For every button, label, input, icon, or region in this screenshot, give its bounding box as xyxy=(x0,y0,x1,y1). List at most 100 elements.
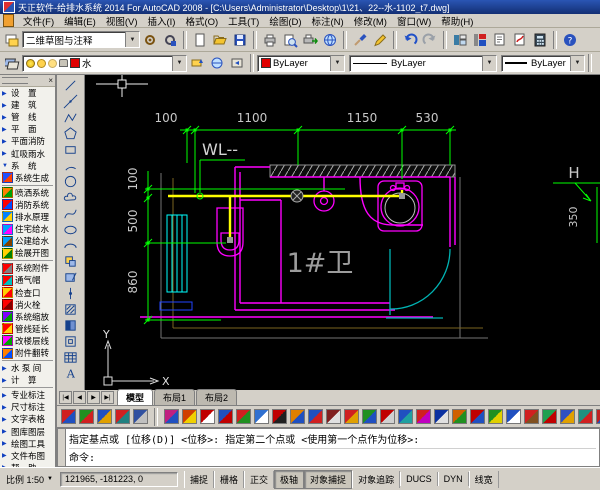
sidebar-item-文件布图[interactable]: ▶文件布图 xyxy=(0,450,55,462)
sidebar-item-计 算[interactable]: ▶计 算 xyxy=(0,374,55,386)
rectangle-icon[interactable] xyxy=(61,141,80,157)
line-icon[interactable] xyxy=(61,77,80,93)
create-block-icon[interactable] xyxy=(61,269,80,285)
block-editor-pencil-icon[interactable] xyxy=(370,30,390,50)
drawing-file-icon[interactable] xyxy=(3,14,14,27)
tab-布局2[interactable]: 布局2 xyxy=(196,389,237,405)
scale-dropdown[interactable]: 比例 1:50 ▼ xyxy=(3,471,56,488)
insert-block-icon[interactable] xyxy=(61,253,80,269)
sidebar-item-平面消防[interactable]: ▶平面消防 xyxy=(0,135,55,147)
tz-tool-icon-15[interactable] xyxy=(326,409,341,424)
sidebar-item-系统附件[interactable]: 系统附件 xyxy=(0,262,55,274)
layer-combo[interactable]: 水 ▼ xyxy=(22,55,187,72)
open-icon[interactable] xyxy=(210,30,230,50)
sun-freeze-icon[interactable] xyxy=(37,59,46,68)
plot-icon[interactable] xyxy=(260,30,280,50)
tab-scroll-arrow-1[interactable]: ◀ xyxy=(73,391,86,404)
sidebar-item-专业标注[interactable]: ▶专业标注 xyxy=(0,389,55,401)
workspace-icon[interactable] xyxy=(2,30,22,50)
region-icon[interactable] xyxy=(61,333,80,349)
sidebar-item-绘图工具[interactable]: ▶绘图工具 xyxy=(0,438,55,450)
workspace-combo[interactable]: 二维草图与注释 ▼ xyxy=(22,31,140,48)
sidebar-item-消火栓[interactable]: 消火栓 xyxy=(0,299,55,311)
tz-tool-icon-1[interactable] xyxy=(61,409,76,424)
toggle-捕捉[interactable]: 捕捉 xyxy=(184,471,214,488)
menu-item-6[interactable]: 绘图(D) xyxy=(264,14,306,28)
tab-scroll-arrow-2[interactable]: ▶ xyxy=(87,391,100,404)
tz-tool-icon-11[interactable] xyxy=(254,409,269,424)
undo-icon[interactable] xyxy=(400,30,420,50)
help-icon[interactable]: ? xyxy=(560,30,580,50)
toggle-线宽[interactable]: 线宽 xyxy=(469,471,499,488)
plot-preview-icon[interactable] xyxy=(280,30,300,50)
close-icon[interactable]: × xyxy=(48,77,53,85)
new-icon[interactable] xyxy=(190,30,210,50)
menu-item-3[interactable]: 插入(I) xyxy=(142,14,180,28)
lock-icon[interactable] xyxy=(59,59,68,67)
menu-item-10[interactable]: 帮助(H) xyxy=(436,14,478,28)
ellipse-arc-icon[interactable] xyxy=(61,237,80,253)
sidebar-item-管 线[interactable]: ▶管 线 xyxy=(0,111,55,123)
tz-tool-icon-25[interactable] xyxy=(506,409,521,424)
tz-tool-icon-9[interactable] xyxy=(218,409,233,424)
save-icon[interactable] xyxy=(230,30,250,50)
toggle-极轴[interactable]: 极轴 xyxy=(274,470,304,489)
tz-tool-icon-22[interactable] xyxy=(452,409,467,424)
toggle-正交[interactable]: 正交 xyxy=(244,471,274,488)
tz-tool-icon-28[interactable] xyxy=(560,409,575,424)
polyline-icon[interactable] xyxy=(61,109,80,125)
toggle-对象捕捉[interactable]: 对象捕捉 xyxy=(304,470,352,489)
layer-previous-icon[interactable] xyxy=(227,53,247,73)
layer-properties-manager-icon[interactable] xyxy=(2,53,22,73)
tz-tool-icon-23[interactable] xyxy=(470,409,485,424)
tz-tool-icon-20[interactable] xyxy=(416,409,431,424)
linetype-combo[interactable]: ByLayer ▼ xyxy=(349,55,497,72)
tz-tool-icon-10[interactable] xyxy=(236,409,251,424)
palette-grip[interactable] xyxy=(2,77,28,84)
tab-布局1[interactable]: 布局1 xyxy=(154,389,195,405)
sidebar-item-尺寸标注[interactable]: ▶尺寸标注 xyxy=(0,401,55,413)
sidebar-item-检查口[interactable]: 检查口 xyxy=(0,287,55,299)
tz-tool-icon-29[interactable] xyxy=(578,409,593,424)
tz-tool-icon-4[interactable] xyxy=(115,409,130,424)
make-layer-current-icon[interactable] xyxy=(187,53,207,73)
sun-vp-freeze-icon[interactable] xyxy=(48,59,57,68)
tz-tool-icon-27[interactable] xyxy=(542,409,557,424)
sidebar-item-系 统[interactable]: ▼系 统 xyxy=(0,160,55,172)
tz-tool-icon-7[interactable] xyxy=(182,409,197,424)
tool-palettes-icon[interactable] xyxy=(470,30,490,50)
drawing-canvas[interactable]: 100 1100 1150 530 100 500 860 H 350 WL--… xyxy=(85,75,600,390)
tz-tool-icon-16[interactable] xyxy=(344,409,359,424)
menu-item-1[interactable]: 编辑(E) xyxy=(59,14,101,28)
match-properties-brush-icon[interactable] xyxy=(350,30,370,50)
sidebar-item-虹吸雨水[interactable]: ▶虹吸雨水 xyxy=(0,147,55,159)
tz-tool-icon-21[interactable] xyxy=(434,409,449,424)
publish-icon[interactable] xyxy=(300,30,320,50)
tab-scroll-arrow-3[interactable]: ▶| xyxy=(101,391,114,404)
redo-icon[interactable] xyxy=(420,30,440,50)
menu-item-9[interactable]: 窗口(W) xyxy=(392,14,436,28)
spline-icon[interactable] xyxy=(61,205,80,221)
menu-item-5[interactable]: 工具(T) xyxy=(223,14,264,28)
tz-tool-icon-5[interactable] xyxy=(133,409,148,424)
tz-tool-icon-30[interactable] xyxy=(596,409,600,424)
bulb-on-icon[interactable] xyxy=(26,59,35,68)
tz-tool-icon-24[interactable] xyxy=(488,409,503,424)
point-icon[interactable] xyxy=(61,285,80,301)
menu-item-4[interactable]: 格式(O) xyxy=(180,14,223,28)
tz-tool-icon-14[interactable] xyxy=(308,409,323,424)
hatch-icon[interactable] xyxy=(61,301,80,317)
tz-tool-icon-18[interactable] xyxy=(380,409,395,424)
command-prompt[interactable]: 命令: xyxy=(69,449,596,464)
sidebar-item-住宅给水[interactable]: 住宅给水 xyxy=(0,223,55,235)
command-window[interactable]: 指定基点或 [位移(D)] <位移>: 指定第二个点或 <使用第一个点作为位移>… xyxy=(57,428,600,467)
tz-tool-icon-3[interactable] xyxy=(97,409,112,424)
markup-set-manager-icon[interactable] xyxy=(510,30,530,50)
toggle-DUCS[interactable]: DUCS xyxy=(400,472,438,486)
coordinate-readout[interactable]: 121965, -181223, 0 xyxy=(60,472,178,487)
sidebar-item-文字表格[interactable]: ▶文字表格 xyxy=(0,413,55,425)
chevron-down-icon[interactable]: ▼ xyxy=(330,56,344,71)
color-combo[interactable]: ByLayer ▼ xyxy=(257,55,345,72)
sidebar-item-系统缩放[interactable]: 系统缩放 xyxy=(0,311,55,323)
chevron-down-icon[interactable]: ▼ xyxy=(482,56,496,71)
